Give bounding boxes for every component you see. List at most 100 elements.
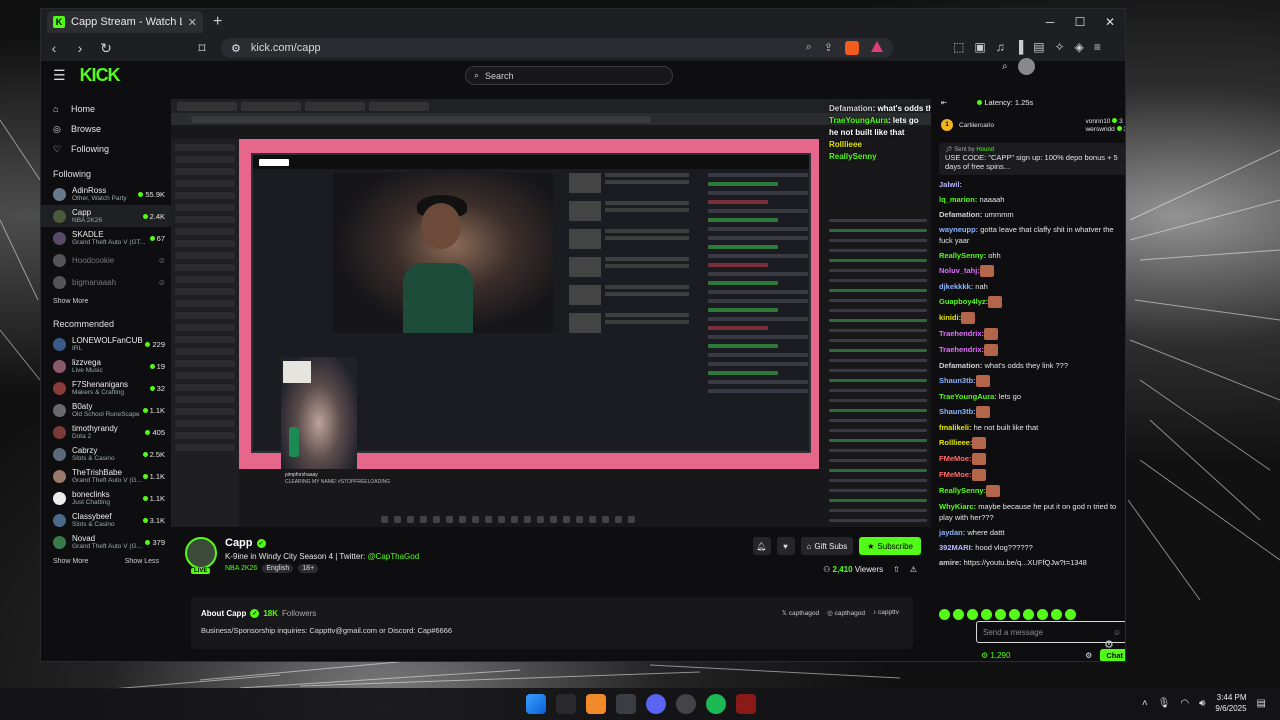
- recommended-channel[interactable]: LONEWOLFanCUB IRL 229: [41, 333, 171, 355]
- sidebar-channel[interactable]: Hoodcookie ⊘: [41, 249, 171, 271]
- leader-3[interactable]: werswridd: [1085, 126, 1114, 133]
- user-avatar[interactable]: [1017, 58, 1035, 75]
- chat-username[interactable]: Defamation:: [939, 361, 982, 370]
- browser-tab[interactable]: K Capp Stream - Watch Live on ✕: [47, 11, 203, 33]
- kick-logo[interactable]: KICK: [80, 65, 121, 86]
- tiktok-link[interactable]: ♪ cappttv: [873, 609, 899, 617]
- chat-username[interactable]: ReallySenny:: [939, 251, 986, 260]
- search-taskbar-icon[interactable]: [556, 694, 576, 714]
- recommended-channel[interactable]: Classybeef Slots & Casino 3.1K: [41, 509, 171, 531]
- address-bar[interactable]: ⚙ kick.com/capp ⌕ ⇪: [221, 38, 893, 58]
- chat-username[interactable]: Shaun3tb:: [939, 376, 976, 385]
- vpn-icon[interactable]: ◈: [1075, 40, 1084, 54]
- share-icon[interactable]: ⇪: [824, 41, 833, 55]
- notification-search-icon[interactable]: ⌕: [1002, 61, 1008, 72]
- emote-icon[interactable]: [967, 609, 978, 620]
- sidebar-channel[interactable]: bigmanaaah ⊘: [41, 271, 171, 293]
- chat-username[interactable]: FMeMoe:: [939, 470, 972, 479]
- recommended-channel[interactable]: timothyrandy Dota 2 405: [41, 421, 171, 443]
- clock[interactable]: 3:44 PM 9/6/2025: [1215, 692, 1246, 714]
- instagram-link[interactable]: ◎ capthagod: [827, 609, 865, 617]
- zoom-icon[interactable]: ⌕: [806, 41, 812, 55]
- streamer-avatar[interactable]: [185, 537, 217, 569]
- chat-username[interactable]: Guapboy4lyz:: [939, 297, 988, 306]
- chat-username[interactable]: FMeMoe:: [939, 454, 972, 463]
- chat-username[interactable]: Rolllieee:: [939, 438, 972, 447]
- reload-icon[interactable]: ↻: [99, 40, 113, 57]
- show-more-recommended-button[interactable]: Show More: [53, 558, 88, 565]
- hamburger-menu-icon[interactable]: ☰: [53, 67, 66, 84]
- recommended-channel[interactable]: B0aty Old School RuneScape 1.1K: [41, 399, 171, 421]
- menu-icon[interactable]: ≡: [1094, 40, 1101, 54]
- sidebar-channel[interactable]: AdinRoss Other, Watch Party 55.9K: [41, 183, 171, 205]
- emote-icon[interactable]: [1023, 609, 1034, 620]
- leader-1[interactable]: Cartiiercario: [959, 122, 994, 129]
- pinned-message[interactable]: 📌︎ Sent by Hound USE CODE: "CAPP" sign u…: [939, 143, 1125, 175]
- search-input[interactable]: ⌕ Search: [465, 66, 673, 85]
- close-window-icon[interactable]: ✕: [1095, 9, 1125, 35]
- emote-icon[interactable]: [1009, 609, 1020, 620]
- notifications-icon[interactable]: ▤: [1257, 698, 1266, 709]
- brave-taskbar-icon[interactable]: [616, 694, 636, 714]
- recommended-channel[interactable]: Novad Grand Theft Auto V (G... 379: [41, 531, 171, 553]
- emote-icon[interactable]: [1037, 609, 1048, 620]
- brave-shields-icon[interactable]: [845, 41, 859, 55]
- app-icon[interactable]: [586, 694, 606, 714]
- tag-18plus[interactable]: 18+: [298, 564, 319, 573]
- obs-icon[interactable]: [676, 694, 696, 714]
- chat-username[interactable]: lq_marion:: [939, 195, 977, 204]
- maximize-icon[interactable]: ☐: [1065, 9, 1095, 35]
- nav-home[interactable]: ⌂ Home: [53, 99, 171, 119]
- emote-icon[interactable]: [953, 609, 964, 620]
- chat-username[interactable]: Traehendrix:: [939, 329, 984, 338]
- recommended-channel[interactable]: Cabrzy Slots & Casino 2.5K: [41, 443, 171, 465]
- gift-subs-button[interactable]: ⌂ Gift Subs: [800, 537, 854, 555]
- start-icon[interactable]: [526, 694, 546, 714]
- share-stream-icon[interactable]: ⇧: [893, 565, 900, 574]
- sidebar-settings-icon[interactable]: ⚙: [1104, 638, 1114, 651]
- close-tab-icon[interactable]: ✕: [188, 16, 197, 29]
- show-less-button[interactable]: Show Less: [125, 558, 159, 565]
- tray-overflow-icon[interactable]: ˄: [1142, 698, 1148, 709]
- report-icon[interactable]: ⚠: [910, 565, 917, 574]
- subscribe-button[interactable]: ★ Subscribe: [859, 537, 921, 555]
- chat-username[interactable]: kinidi:: [939, 313, 961, 322]
- emote-icon[interactable]: [1051, 609, 1062, 620]
- recommended-channel[interactable]: TheTrishBabe Grand Theft Auto V (G... 1.1K: [41, 465, 171, 487]
- emote-icon[interactable]: [981, 609, 992, 620]
- chat-username[interactable]: Defamation:: [939, 210, 982, 219]
- chat-username[interactable]: Jalwil:: [939, 180, 962, 189]
- follow-heart-icon[interactable]: ♥: [776, 537, 795, 555]
- mic-icon[interactable]: 🎙︎: [1158, 698, 1171, 709]
- emote-icon[interactable]: [939, 609, 950, 620]
- recommended-channel[interactable]: lizzvega Live Music 19: [41, 355, 171, 377]
- notifications-bell-icon[interactable]: 🔔︎: [752, 537, 771, 555]
- bookmark-icon[interactable]: ⌑: [195, 40, 209, 57]
- brave-rewards-icon[interactable]: [871, 41, 883, 52]
- nav-browse[interactable]: ◎ Browse: [53, 119, 171, 139]
- sidebar-channel[interactable]: SKADLE Grand Theft Auto V (GT... 67: [41, 227, 171, 249]
- twitter-handle-link[interactable]: @CapThaGod: [367, 552, 419, 561]
- emote-icon[interactable]: [1065, 609, 1076, 620]
- category-link[interactable]: NBA 2K26: [225, 565, 257, 572]
- tag-english[interactable]: English: [262, 564, 294, 573]
- spotify-icon[interactable]: [706, 694, 726, 714]
- video-player[interactable]: pimpforshaaay CLEARING MY NAME! #STOPFRE…: [171, 99, 933, 527]
- emoji-icon[interactable]: ☺: [1113, 628, 1121, 637]
- chat-username[interactable]: WhyKiarc:: [939, 502, 976, 511]
- leader-2[interactable]: vonnn10: [1085, 118, 1110, 125]
- sidebar-toggle-icon[interactable]: ▐: [1015, 40, 1024, 54]
- wallet2-icon[interactable]: ▤: [1033, 40, 1044, 54]
- extensions-icon[interactable]: ⬚: [953, 40, 964, 54]
- chat-username[interactable]: wayneupp:: [939, 225, 978, 234]
- forward-icon[interactable]: ›: [73, 40, 87, 56]
- chat-username[interactable]: Noluv_tahj:: [939, 266, 980, 275]
- music-icon[interactable]: ♫: [996, 40, 1005, 54]
- chat-username[interactable]: Traehendrix:: [939, 345, 984, 354]
- channel-points[interactable]: ⚙ 1,290: [981, 651, 1010, 660]
- nav-following[interactable]: ♡ Following: [53, 139, 171, 159]
- chat-username[interactable]: Shaun3tb:: [939, 407, 976, 416]
- minimize-icon[interactable]: ─: [1035, 9, 1065, 35]
- chat-username[interactable]: jaydan:: [939, 528, 965, 537]
- x-link[interactable]: 𝕏 capthagod: [782, 609, 819, 617]
